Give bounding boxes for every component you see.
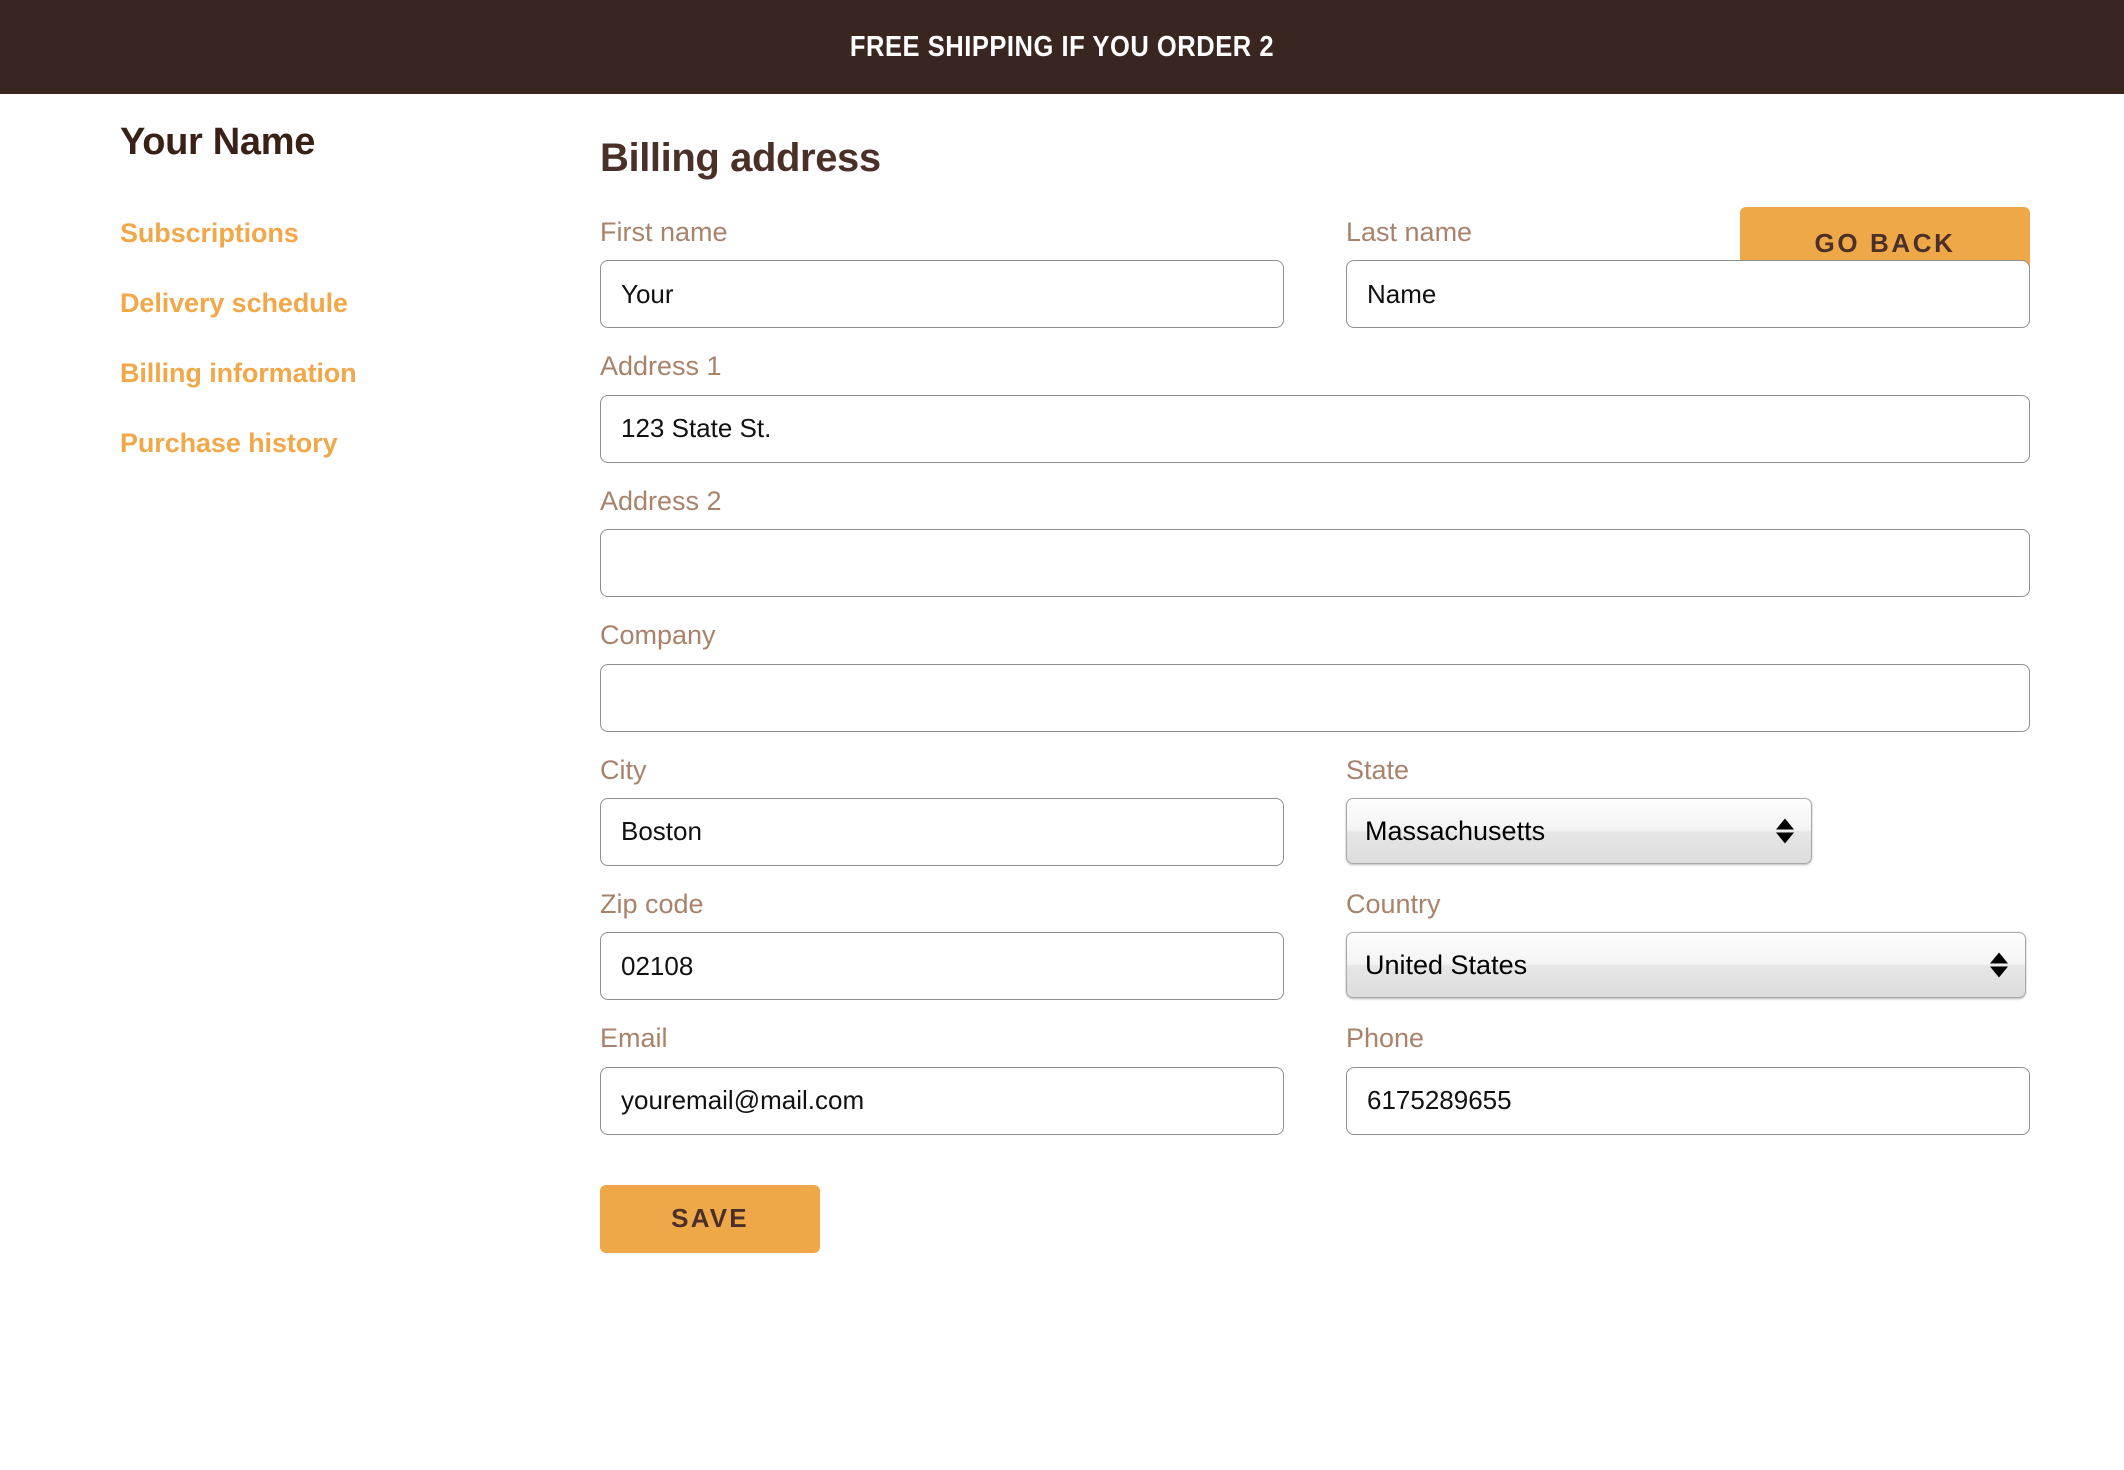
sidebar-item-billing-information[interactable]: Billing information	[120, 358, 550, 389]
label-email: Email	[600, 1023, 668, 1054]
field-zip-code: Zip code	[600, 888, 1284, 1001]
last-name-input[interactable]	[1346, 260, 2030, 329]
phone-input[interactable]	[1346, 1066, 2030, 1135]
label-country: Country	[1346, 888, 1441, 919]
name-row: First name Last name	[600, 216, 2030, 350]
city-state-row: City State Massachusetts	[600, 754, 2030, 888]
address-2-input[interactable]	[600, 529, 2030, 598]
label-state: State	[1346, 754, 1410, 785]
promo-banner: FREE SHIPPING IF YOU ORDER 2	[0, 0, 2124, 94]
company-input[interactable]	[600, 663, 2030, 732]
sidebar-link-purchase-history[interactable]: Purchase history	[120, 428, 338, 459]
field-address-2: Address 2	[600, 485, 2030, 598]
label-phone: Phone	[1346, 1023, 1425, 1054]
label-address-2: Address 2	[600, 485, 722, 516]
account-sidebar: Your Name Subscriptions Delivery schedul…	[120, 121, 550, 498]
sidebar-link-delivery-schedule[interactable]: Delivery schedule	[120, 288, 348, 319]
label-zip-code: Zip code	[600, 888, 704, 919]
page-content: Your Name Subscriptions Delivery schedul…	[0, 94, 2124, 1470]
label-address-1: Address 1	[600, 351, 722, 382]
account-name: Your Name	[120, 121, 316, 163]
sidebar-nav: Subscriptions Delivery schedule Billing …	[120, 218, 550, 459]
field-company: Company	[600, 619, 2030, 732]
email-phone-row: Email Phone	[600, 1022, 2030, 1156]
label-company: Company	[600, 620, 716, 651]
state-select-wrapper: Massachusetts	[1346, 797, 1812, 864]
billing-address-form: First name Last name Address 1 Address 2	[600, 216, 2030, 1265]
zip-code-input[interactable]	[600, 932, 1284, 1001]
address-1-input[interactable]	[600, 394, 2030, 463]
field-city: City	[600, 754, 1284, 866]
promo-banner-text: FREE SHIPPING IF YOU ORDER 2	[849, 30, 1275, 63]
sidebar-item-subscriptions[interactable]: Subscriptions	[120, 218, 550, 249]
field-address-1: Address 1	[600, 350, 2030, 463]
state-select[interactable]: Massachusetts	[1346, 797, 1812, 864]
field-state: State Massachusetts	[1346, 754, 2030, 866]
sidebar-link-billing-information[interactable]: Billing information	[120, 358, 357, 389]
sidebar-link-subscriptions[interactable]: Subscriptions	[120, 218, 299, 249]
email-input[interactable]	[600, 1066, 1284, 1135]
label-city: City	[600, 754, 647, 785]
field-first-name: First name	[600, 216, 1284, 329]
billing-address-panel: Billing address First name Last name Add…	[600, 94, 2030, 1265]
field-email: Email	[600, 1022, 1284, 1135]
zip-country-row: Zip code Country United States	[600, 888, 2030, 1022]
country-select[interactable]: United States	[1346, 932, 2026, 999]
field-country: Country United States	[1346, 888, 2030, 1000]
page-title: Billing address	[600, 136, 881, 180]
country-select-wrapper: United States	[1346, 932, 2026, 999]
label-first-name: First name	[600, 217, 728, 247]
first-name-input[interactable]	[600, 260, 1284, 329]
city-input[interactable]	[600, 797, 1284, 866]
sidebar-item-purchase-history[interactable]: Purchase history	[120, 428, 550, 459]
save-button[interactable]: SAVE	[600, 1184, 820, 1253]
save-row: SAVE	[600, 1179, 2030, 1265]
field-last-name: Last name	[1346, 216, 2030, 329]
label-last-name: Last name	[1346, 217, 1473, 247]
field-phone: Phone	[1346, 1022, 2030, 1135]
sidebar-item-delivery-schedule[interactable]: Delivery schedule	[120, 288, 550, 319]
